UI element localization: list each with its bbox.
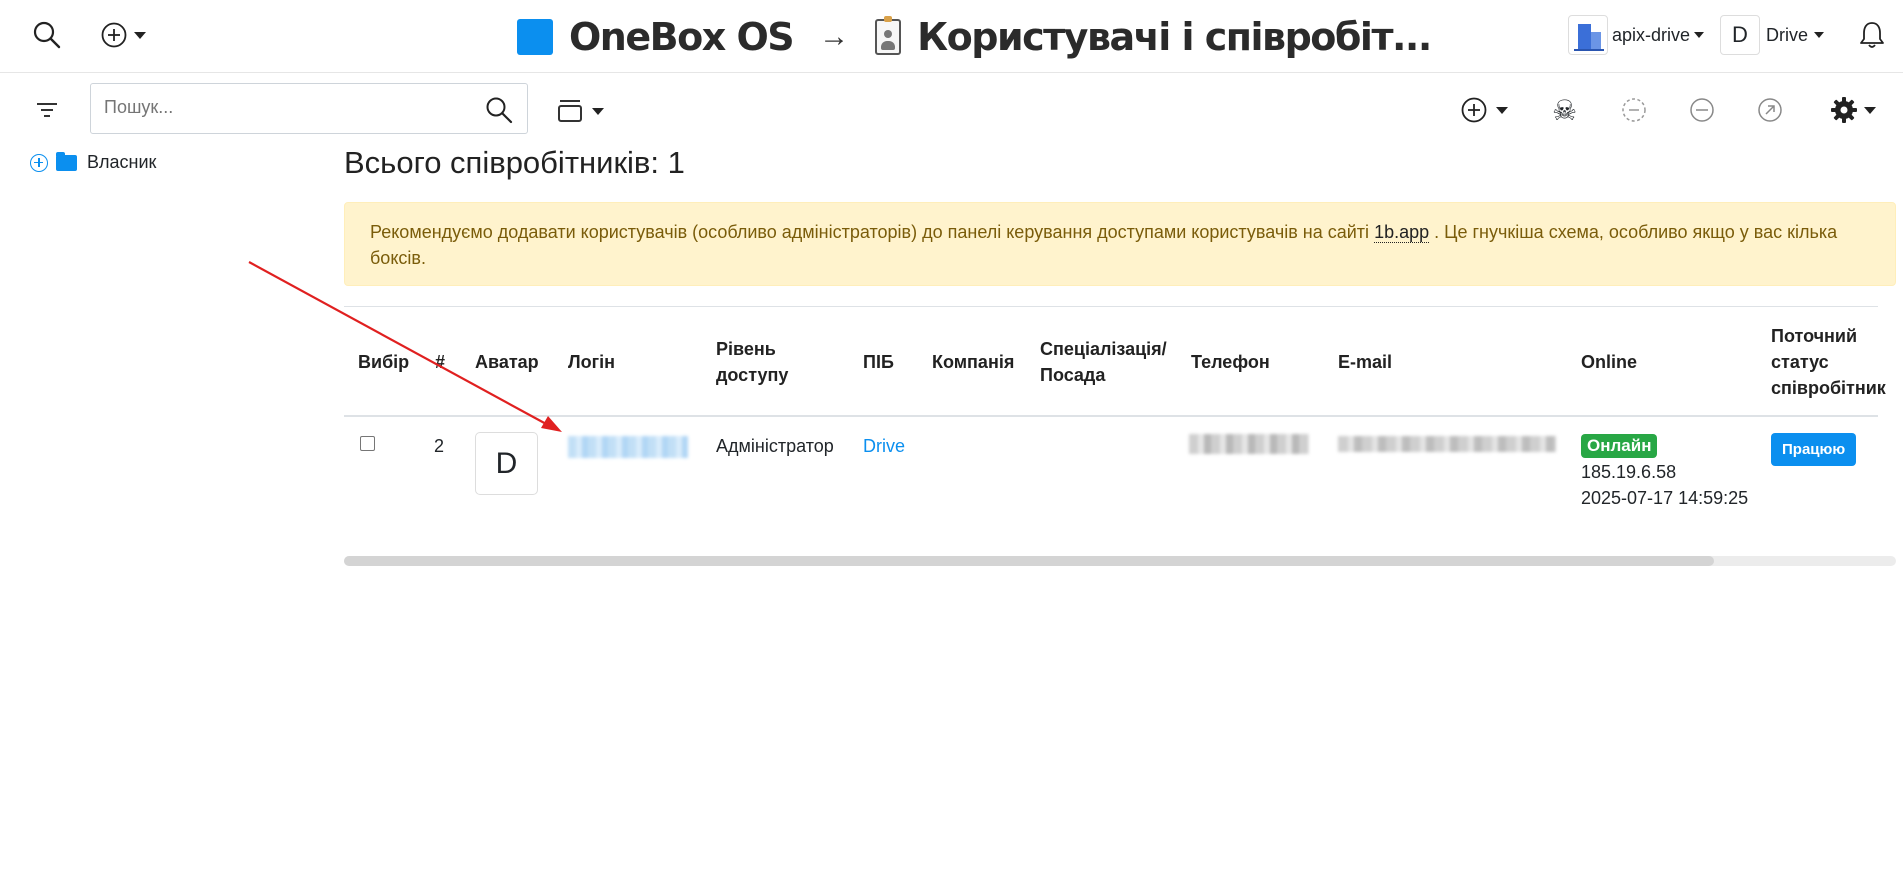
col-number[interactable]: # [435,349,445,375]
login-link-redacted[interactable] [568,436,688,458]
user-menu[interactable]: D Drive [1720,14,1825,56]
filter-icon[interactable] [36,100,58,120]
last-seen-datetime: 2025-07-17 14:59:25 [1581,488,1749,508]
user-avatar: D [1720,15,1760,55]
top-bar: OneBox OS → Користувачі і співробіт... a… [0,0,1903,73]
col-position[interactable]: Спеціалізація/ Посада [1040,336,1168,388]
ip-address: 185.19.6.58 [1581,462,1677,482]
alert-link[interactable]: 1b.app [1374,222,1430,243]
caret-down-icon [1864,106,1876,114]
expand-plus-icon[interactable] [30,153,48,172]
user-name: Drive [1766,24,1809,45]
gear-icon [1831,97,1857,123]
caret-down-icon [1496,106,1508,114]
col-pib[interactable]: ПІБ [863,349,894,375]
col-phone[interactable]: Телефон [1191,349,1270,375]
caret-down-icon [1814,32,1825,38]
page-title: Користувачі і співробіт... [917,15,1432,59]
minus-circle-icon[interactable] [1688,94,1716,126]
building-icon [1568,15,1608,55]
caret-down-icon [592,107,604,115]
brand-name[interactable]: OneBox OS [569,15,795,59]
scrollbar-thumb[interactable] [344,556,1714,566]
col-select[interactable]: Вибір [358,349,409,375]
email-redacted [1338,436,1556,452]
row-checkbox[interactable] [360,436,375,451]
caret-down-icon [134,31,146,39]
search-field [90,83,528,134]
create-menu-button[interactable] [100,20,154,50]
arrow-up-right-circle-icon[interactable] [1756,94,1784,126]
org-switcher[interactable]: apix-drive [1568,14,1705,56]
tree-item-label: Власник [87,152,157,172]
search-input[interactable] [104,97,464,118]
org-name: apix-drive [1612,24,1691,45]
horizontal-scrollbar[interactable] [344,556,1896,566]
breadcrumb: OneBox OS → Користувачі і співробіт... [517,14,1432,60]
status-working-button[interactable]: Працюю [1771,433,1857,466]
access-level: Адміністратор [716,436,834,456]
dashed-minus-circle-icon[interactable] [1620,94,1648,126]
phone-redacted [1189,434,1309,454]
employees-total: Всього співробітників: 1 [344,145,685,180]
tree-item-owner[interactable]: Власник [30,151,157,173]
breadcrumb-arrow-icon: → [819,20,850,53]
bell-icon[interactable] [1858,20,1886,50]
col-avatar[interactable]: Аватар [475,349,539,375]
col-company[interactable]: Компанія [932,349,1014,375]
info-alert: Рекомендуємо додавати користувачів (особ… [344,202,1896,286]
search-icon[interactable] [32,20,62,50]
col-online[interactable]: Online [1581,349,1637,375]
col-access-level[interactable]: Рівень доступу [716,336,806,388]
table-header: Вибір # Аватар Логін Рівень доступу ПІБ … [344,306,1886,417]
folder-icon [56,151,77,171]
col-email[interactable]: E-mail [1338,349,1392,375]
onebox-logo-icon [517,19,553,55]
online-badge: Онлайн [1581,434,1658,458]
plus-circle-icon [101,22,127,48]
col-current-status[interactable]: Поточний статус співробітник [1771,323,1886,401]
search-icon[interactable] [485,96,513,124]
pib-link[interactable]: Drive [863,433,905,459]
settings-menu-button[interactable] [1830,94,1876,126]
plus-circle-icon [1461,97,1487,123]
add-menu-button[interactable] [1460,94,1508,126]
view-mode-button[interactable] [558,98,612,124]
id-badge-icon [875,16,902,55]
card-view-icon [558,100,582,122]
skull-icon[interactable]: ☠ [1552,94,1577,126]
col-login[interactable]: Логін [568,349,615,375]
alert-text: Рекомендуємо додавати користувачів (особ… [370,222,1370,242]
caret-down-icon [1694,32,1705,38]
row-number: 2 [434,436,445,456]
avatar[interactable]: D [475,432,538,495]
